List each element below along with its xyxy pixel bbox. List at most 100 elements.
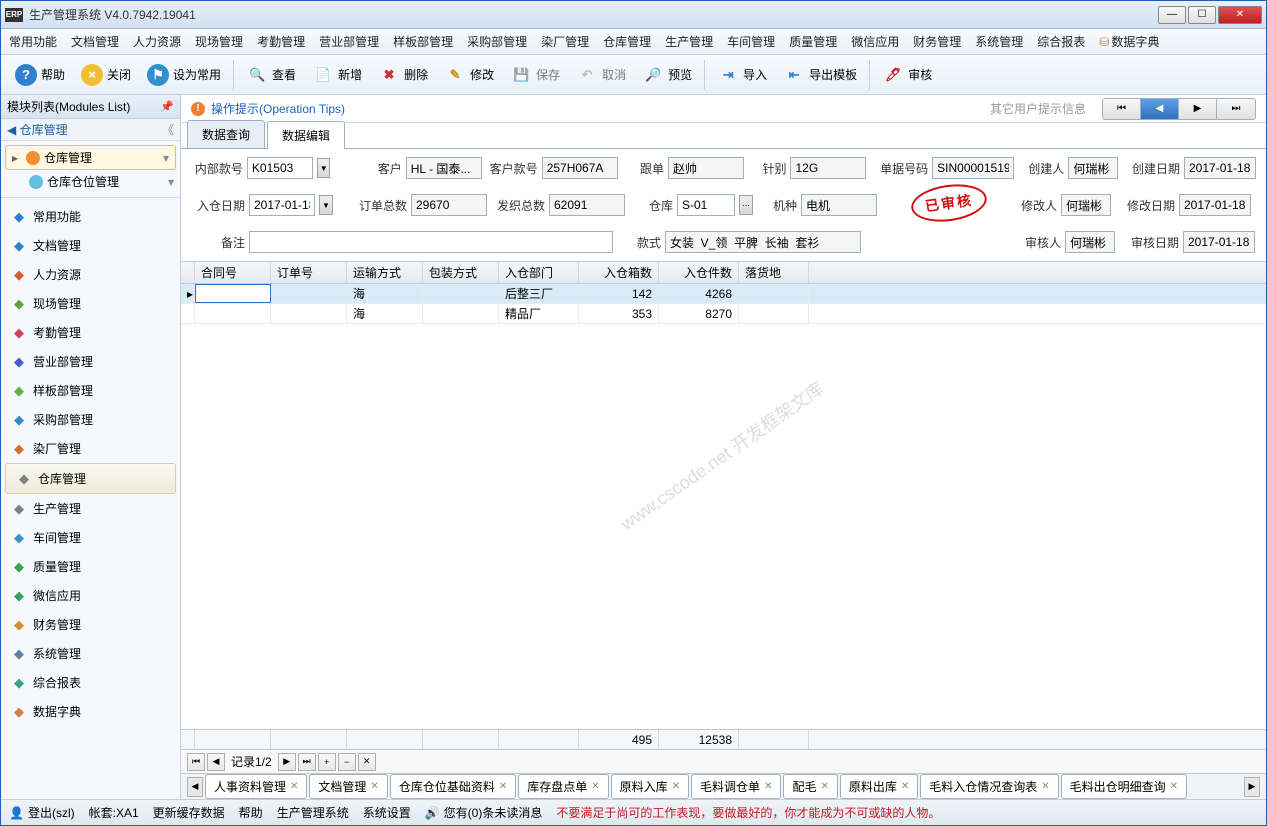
sidebar-breadcrumb[interactable]: ◀ 仓库管理《	[1, 119, 180, 141]
rec-last[interactable]: ⏭	[298, 753, 316, 771]
nav-next[interactable]: ▶	[1179, 99, 1217, 119]
save-button[interactable]: 💾保存	[504, 60, 566, 90]
logout-button[interactable]: 👤登出(szl)	[9, 804, 75, 821]
sidebar-item[interactable]: ◆微信应用	[1, 581, 180, 610]
refresh-cache[interactable]: 更新缓存数据	[153, 804, 225, 821]
sidebar-item[interactable]: ◆质量管理	[1, 552, 180, 581]
sidebar-item[interactable]: ◆仓库管理	[5, 463, 176, 494]
nav-prev[interactable]: ◀	[1141, 99, 1179, 119]
set-common-button[interactable]: ⚑设为常用	[141, 60, 227, 90]
tree-root[interactable]: ▸ 仓库管理 ▾	[5, 145, 176, 170]
rec-add[interactable]: +	[318, 753, 336, 771]
sidebar-item[interactable]: ◆现场管理	[1, 289, 180, 318]
export-template-button[interactable]: ⇤导出模板	[777, 60, 863, 90]
status-messages[interactable]: 🔊您有(0)条未读消息	[425, 804, 543, 821]
col-order[interactable]: 订单号	[271, 262, 347, 283]
input-internal[interactable]	[247, 157, 313, 179]
close-icon[interactable]: ✕	[901, 781, 909, 792]
close-icon[interactable]: ✕	[672, 781, 680, 792]
tab-query[interactable]: 数据查询	[187, 120, 265, 148]
sidebar-item[interactable]: ◆人力资源	[1, 260, 180, 289]
bottom-tab[interactable]: 毛料出仓明细查询✕	[1061, 774, 1187, 799]
close-icon[interactable]: ✕	[1170, 781, 1178, 792]
close-icon[interactable]: ✕	[820, 781, 828, 792]
bottom-tab[interactable]: 毛料入仓情况查询表✕	[920, 774, 1058, 799]
bottom-tab[interactable]: 毛料调仓单✕	[691, 774, 781, 799]
close-button[interactable]: ✕	[1218, 6, 1262, 24]
sidebar-item[interactable]: ◆财务管理	[1, 610, 180, 639]
sidebar-item[interactable]: ◆综合报表	[1, 668, 180, 697]
bottom-tab[interactable]: 文档管理✕	[309, 774, 387, 799]
close-icon[interactable]: ✕	[290, 781, 298, 792]
bottom-tab[interactable]: 原料入库✕	[611, 774, 689, 799]
pin-icon[interactable]: 📌	[160, 100, 174, 113]
edit-button[interactable]: ✎修改	[438, 60, 500, 90]
menu-data-dict[interactable]: ⛁数据字典	[1099, 33, 1159, 50]
menu-item[interactable]: 文档管理	[71, 33, 119, 50]
col-dest[interactable]: 落货地	[739, 262, 809, 283]
menu-item[interactable]: 财务管理	[913, 33, 961, 50]
view-button[interactable]: 🔍查看	[240, 60, 302, 90]
rec-prev[interactable]: ◀	[207, 753, 225, 771]
nav-first[interactable]: ⏮	[1103, 99, 1141, 119]
close-icon[interactable]: ✕	[499, 781, 507, 792]
operation-tips[interactable]: 操作提示(Operation Tips)	[211, 100, 345, 117]
input-indate[interactable]	[249, 194, 315, 216]
bottom-tab[interactable]: 库存盘点单✕	[518, 774, 608, 799]
sidebar-item[interactable]: ◆考勤管理	[1, 318, 180, 347]
dropdown-icon[interactable]: ▼	[319, 195, 333, 215]
bottom-tab[interactable]: 仓库仓位基础资料✕	[390, 774, 516, 799]
dropdown-icon[interactable]: ▼	[317, 158, 331, 178]
menu-item[interactable]: 车间管理	[727, 33, 775, 50]
menu-item[interactable]: 系统管理	[975, 33, 1023, 50]
input-wh[interactable]	[677, 194, 735, 216]
help-button[interactable]: ?帮助	[9, 60, 71, 90]
nav-last[interactable]: ⏭	[1217, 99, 1255, 119]
menu-item[interactable]: 考勤管理	[257, 33, 305, 50]
close-icon[interactable]: ✕	[591, 781, 599, 792]
menu-item[interactable]: 采购部管理	[467, 33, 527, 50]
bottom-tab[interactable]: 人事资料管理✕	[205, 774, 307, 799]
table-row[interactable]: 海 精品厂 353 8270	[181, 304, 1266, 324]
sidebar-item[interactable]: ◆采购部管理	[1, 405, 180, 434]
sidebar-item[interactable]: ◆数据字典	[1, 697, 180, 726]
close-icon[interactable]: ✕	[1041, 781, 1049, 792]
cancel-button[interactable]: ↶取消	[570, 60, 632, 90]
col-pcs[interactable]: 入仓件数	[659, 262, 739, 283]
col-ship[interactable]: 运输方式	[347, 262, 423, 283]
rec-first[interactable]: ⏮	[187, 753, 205, 771]
lookup-icon[interactable]: ⋯	[739, 195, 753, 215]
status-settings[interactable]: 系统设置	[363, 804, 411, 821]
rec-del[interactable]: −	[338, 753, 356, 771]
add-button[interactable]: 📄新增	[306, 60, 368, 90]
col-contract[interactable]: 合同号	[195, 262, 271, 283]
menu-item[interactable]: 仓库管理	[603, 33, 651, 50]
menu-item[interactable]: 人力资源	[133, 33, 181, 50]
minimize-button[interactable]: —	[1158, 6, 1186, 24]
menu-item[interactable]: 常用功能	[9, 33, 57, 50]
tab-scroll-right[interactable]: ▶	[1244, 777, 1260, 797]
bottom-tab[interactable]: 原料出库✕	[840, 774, 918, 799]
tree-child[interactable]: 仓库仓位管理 ▾	[1, 170, 180, 193]
menu-item[interactable]: 染厂管理	[541, 33, 589, 50]
col-boxes[interactable]: 入仓箱数	[579, 262, 659, 283]
rec-x[interactable]: ✕	[358, 753, 376, 771]
menu-item[interactable]: 综合报表	[1037, 33, 1085, 50]
status-help[interactable]: 帮助	[239, 804, 263, 821]
status-sys[interactable]: 生产管理系统	[277, 804, 349, 821]
input-remark[interactable]	[249, 231, 613, 253]
tab-edit[interactable]: 数据编辑	[267, 121, 345, 149]
sidebar-item[interactable]: ◆常用功能	[1, 202, 180, 231]
sidebar-item[interactable]: ◆样板部管理	[1, 376, 180, 405]
delete-button[interactable]: ✖删除	[372, 60, 434, 90]
col-dept[interactable]: 入仓部门	[499, 262, 579, 283]
menu-item[interactable]: 样板部管理	[393, 33, 453, 50]
sidebar-item[interactable]: ◆系统管理	[1, 639, 180, 668]
close-tab-button[interactable]: ×关闭	[75, 60, 137, 90]
preview-button[interactable]: 🔎预览	[636, 60, 698, 90]
sidebar-item[interactable]: ◆染厂管理	[1, 434, 180, 463]
menu-item[interactable]: 质量管理	[789, 33, 837, 50]
sidebar-item[interactable]: ◆营业部管理	[1, 347, 180, 376]
maximize-button[interactable]: ☐	[1188, 6, 1216, 24]
rec-next[interactable]: ▶	[278, 753, 296, 771]
